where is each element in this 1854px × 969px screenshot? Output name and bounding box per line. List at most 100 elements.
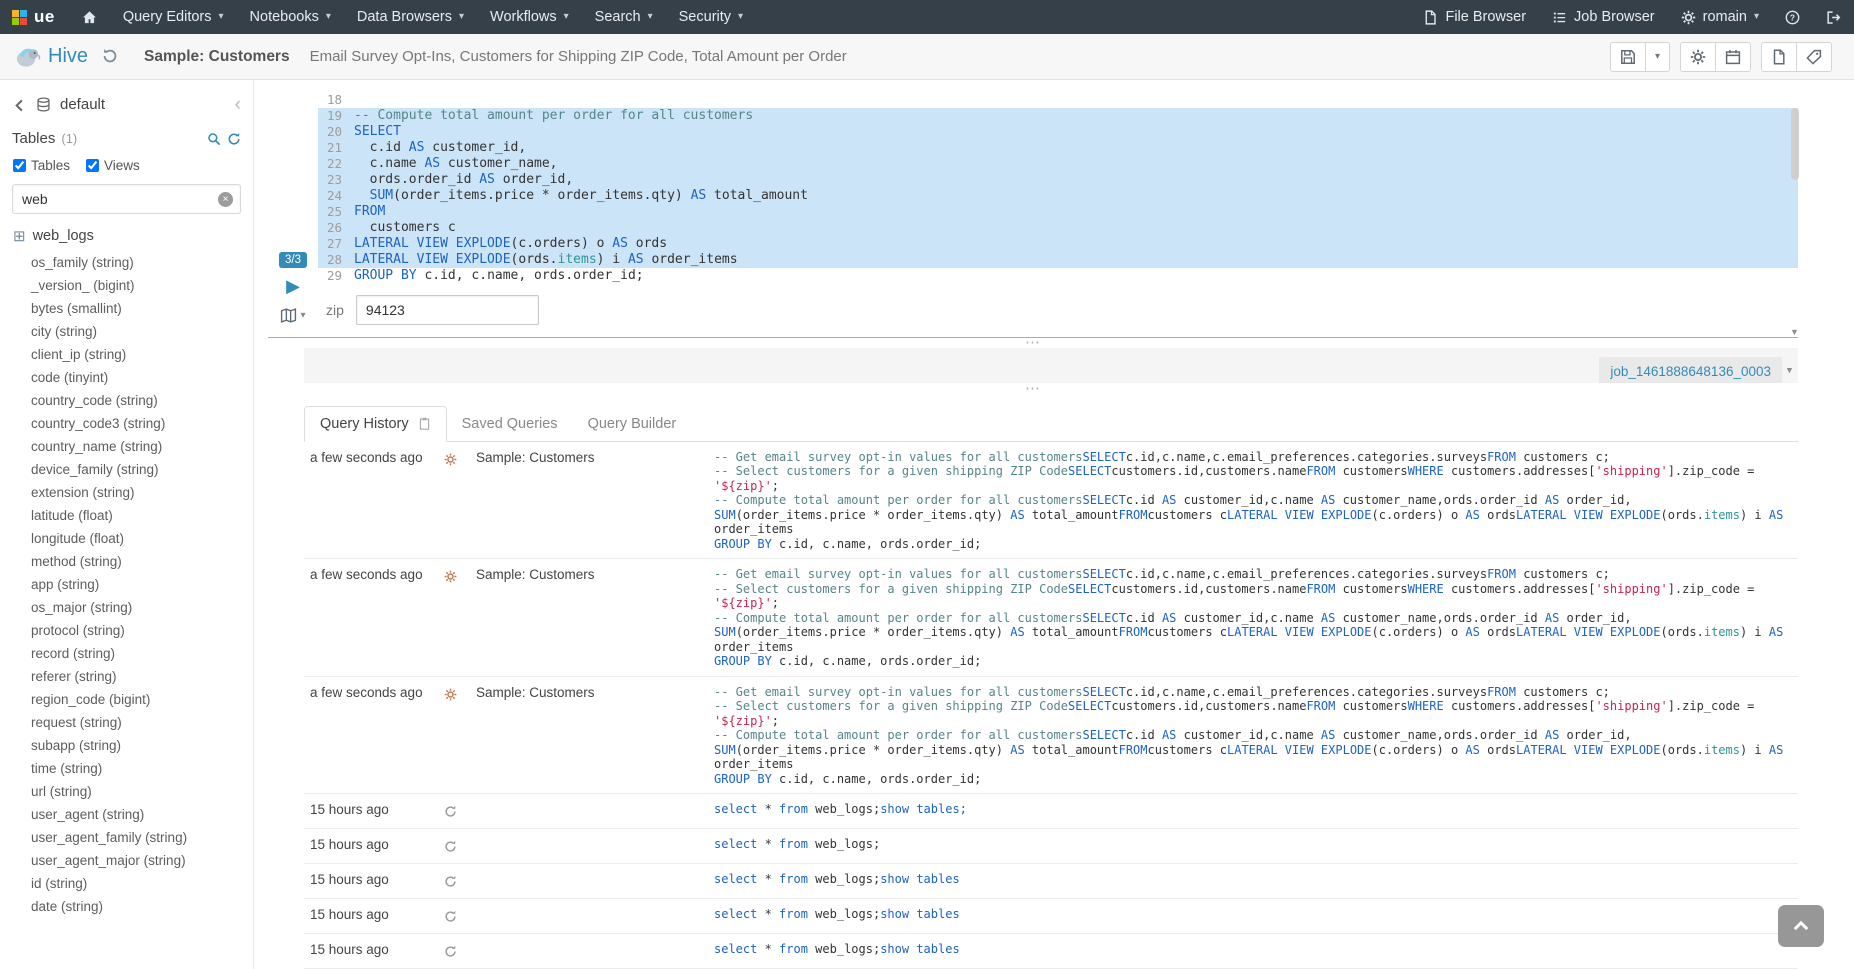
history-query-sql: -- Get email survey opt-in values for al… <box>714 685 1798 787</box>
table-filter-input[interactable] <box>12 184 241 214</box>
scrollbar-thumb[interactable] <box>1791 108 1799 180</box>
column-item[interactable]: device_family (string) <box>31 458 253 481</box>
column-item[interactable]: method (string) <box>31 550 253 573</box>
save-button[interactable] <box>1610 42 1646 72</box>
functions-menu-button[interactable]: ▾ <box>280 307 305 324</box>
user-menu[interactable]: romain ▾ <box>1668 0 1772 34</box>
tables-checkbox[interactable]: Tables <box>13 158 70 173</box>
menu-item[interactable]: Search ▾ <box>582 0 666 34</box>
help-button[interactable] <box>1772 0 1813 34</box>
column-item[interactable]: region_code (bigint) <box>31 688 253 711</box>
editor-line[interactable]: 23 ords.order_id AS order_id, <box>318 172 1798 188</box>
views-checkbox[interactable]: Views <box>86 158 140 173</box>
editor-line[interactable]: 24 SUM(order_items.price * order_items.q… <box>318 188 1798 204</box>
tab-saved-queries[interactable]: Saved Queries <box>447 407 573 441</box>
column-item[interactable]: latitude (float) <box>31 504 253 527</box>
new-query-button[interactable] <box>1761 42 1797 72</box>
editor-line[interactable]: 28 LATERAL VIEW EXPLODE(ords.items) i AS… <box>318 252 1798 268</box>
assist-refresh-button[interactable] <box>227 130 241 147</box>
tags-button[interactable] <box>1796 42 1832 72</box>
column-item[interactable]: bytes (smallint) <box>31 297 253 320</box>
database-name[interactable]: default <box>60 96 105 113</box>
editor-line[interactable]: 29 GROUP BY c.id, c.name, ords.order_id; <box>318 268 1798 284</box>
column-item[interactable]: time (string) <box>31 757 253 780</box>
save-dropdown-button[interactable]: ▾ <box>1645 42 1670 72</box>
history-row[interactable]: a few seconds ago Sample: Customers -- G… <box>304 559 1798 677</box>
schedule-button[interactable] <box>1715 42 1751 72</box>
app-name[interactable]: Hive <box>48 45 88 68</box>
column-item[interactable]: subapp (string) <box>31 734 253 757</box>
column-item[interactable]: url (string) <box>31 780 253 803</box>
log-scrollbar[interactable]: ▼ <box>1783 348 1796 382</box>
editor-line[interactable]: 26 customers c <box>318 220 1798 236</box>
column-item[interactable]: client_ip (string) <box>31 343 253 366</box>
column-item[interactable]: date (string) <box>31 895 253 918</box>
menu-item[interactable]: Notebooks ▾ <box>237 0 344 34</box>
tables-checkbox-input[interactable] <box>13 159 26 172</box>
collapse-panel-button[interactable]: ‹ <box>235 95 241 114</box>
table-item-web-logs[interactable]: ⊞ web_logs <box>0 218 253 249</box>
scroll-down-arrow[interactable]: ▼ <box>1787 327 1802 337</box>
history-row[interactable]: a few seconds ago Sample: Customers -- G… <box>304 677 1798 795</box>
editor-line[interactable]: 25 FROM <box>318 204 1798 220</box>
sql-editor[interactable]: 18 19 -- Compute total amount per order … <box>318 92 1798 284</box>
column-item[interactable]: country_code3 (string) <box>31 412 253 435</box>
column-item[interactable]: _version_ (bigint) <box>31 274 253 297</box>
scroll-down-arrow[interactable]: ▼ <box>1783 360 1796 382</box>
column-item[interactable]: protocol (string) <box>31 619 253 642</box>
column-item[interactable]: country_name (string) <box>31 435 253 458</box>
query-title: Sample: Customers <box>144 48 290 66</box>
column-item[interactable]: record (string) <box>31 642 253 665</box>
history-row[interactable]: 15 hours ago select * from web_logs;show… <box>304 934 1798 969</box>
history-row[interactable]: 15 hours ago select * from web_logs;show… <box>304 899 1798 934</box>
hue-logo[interactable]: ue <box>0 0 69 34</box>
file-browser-button[interactable]: File Browser <box>1410 0 1539 34</box>
menu-item[interactable]: Security ▾ <box>666 0 756 34</box>
column-item[interactable]: request (string) <box>31 711 253 734</box>
column-item[interactable]: user_agent_major (string) <box>31 849 253 872</box>
logout-button[interactable] <box>1813 0 1854 34</box>
menu-item[interactable]: Workflows ▾ <box>477 0 582 34</box>
tab-query-history[interactable]: Query History <box>304 406 447 442</box>
column-item[interactable]: user_agent (string) <box>31 803 253 826</box>
history-row[interactable]: 15 hours ago select * from web_logs;show… <box>304 864 1798 899</box>
column-item[interactable]: country_code (string) <box>31 389 253 412</box>
column-item[interactable]: os_family (string) <box>31 251 253 274</box>
database-back-button[interactable] <box>12 96 27 113</box>
job-link[interactable]: job_1461888648136_0003 <box>1599 357 1782 382</box>
scroll-to-top-button[interactable] <box>1778 905 1824 947</box>
settings-button[interactable] <box>1680 42 1716 72</box>
home-button[interactable] <box>69 0 110 34</box>
column-item[interactable]: city (string) <box>31 320 253 343</box>
execute-button[interactable]: ▶ <box>286 277 300 295</box>
editor-line[interactable]: 20 SELECT <box>318 124 1798 140</box>
assist-search-button[interactable] <box>207 130 221 147</box>
resize-grip[interactable]: ⋯ <box>268 383 1798 394</box>
column-item[interactable]: id (string) <box>31 872 253 895</box>
menu-item[interactable]: Data Browsers ▾ <box>344 0 477 34</box>
history-row[interactable]: a few seconds ago Sample: Customers -- G… <box>304 442 1798 560</box>
editor-line[interactable]: 19 -- Compute total amount per order for… <box>318 108 1798 124</box>
views-checkbox-input[interactable] <box>86 159 99 172</box>
column-item[interactable]: longitude (float) <box>31 527 253 550</box>
variable-zip-input[interactable] <box>356 295 539 325</box>
menu-item[interactable]: Query Editors ▾ <box>110 0 237 34</box>
editor-line[interactable]: 18 <box>318 92 1798 108</box>
clear-filter-icon[interactable]: × <box>218 192 233 207</box>
history-row[interactable]: 15 hours ago select * from web_logs; <box>304 829 1798 864</box>
resize-grip[interactable]: ⋯ <box>268 337 1798 348</box>
column-item[interactable]: app (string) <box>31 573 253 596</box>
column-item[interactable]: code (tinyint) <box>31 366 253 389</box>
column-item[interactable]: referer (string) <box>31 665 253 688</box>
column-item[interactable]: user_agent_family (string) <box>31 826 253 849</box>
job-browser-button[interactable]: Job Browser <box>1539 0 1668 34</box>
query-history-button[interactable] <box>102 48 118 66</box>
editor-line[interactable]: 22 c.name AS customer_name, <box>318 156 1798 172</box>
history-row[interactable]: 15 hours ago select * from web_logs;show… <box>304 794 1798 829</box>
column-item[interactable]: os_major (string) <box>31 596 253 619</box>
editor-scrollbar[interactable]: ▼ <box>1787 92 1802 337</box>
tab-query-builder[interactable]: Query Builder <box>573 407 692 441</box>
column-item[interactable]: extension (string) <box>31 481 253 504</box>
editor-line[interactable]: 27 LATERAL VIEW EXPLODE(c.orders) o AS o… <box>318 236 1798 252</box>
editor-line[interactable]: 21 c.id AS customer_id, <box>318 140 1798 156</box>
